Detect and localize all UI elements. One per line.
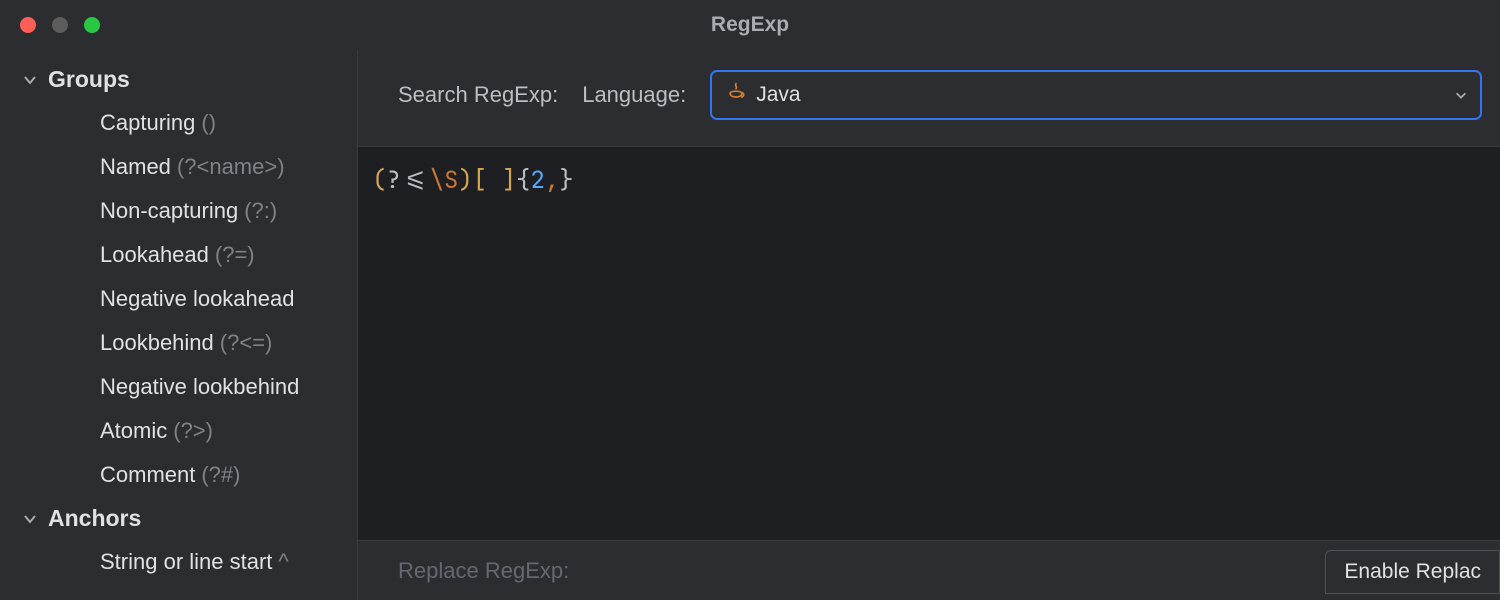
chevron-down-icon (22, 511, 38, 527)
regex-token: ?<= (386, 165, 429, 196)
replace-toolbar: Replace RegExp: Enable Replac (358, 540, 1500, 600)
chevron-down-icon (22, 72, 38, 88)
regexp-editor[interactable]: (?<=\S)[ ]{2,} (358, 147, 1500, 540)
search-regexp-label: Search RegExp: (398, 82, 558, 108)
regex-token: 2 (530, 165, 544, 196)
regex-token: , (545, 165, 559, 196)
sidebar-section-title: Groups (48, 66, 130, 93)
enable-replace-button[interactable]: Enable Replac (1325, 550, 1500, 594)
groups-items: Capturing() Named(?<name>) Non-capturing… (0, 101, 357, 497)
sidebar-item-capturing[interactable]: Capturing() (0, 101, 357, 145)
regex-token: } (559, 165, 573, 196)
chevron-down-icon (1454, 88, 1468, 102)
sidebar-item-named[interactable]: Named(?<name>) (0, 145, 357, 189)
search-toolbar: Search RegExp: Language: Java (358, 50, 1500, 147)
regex-token: [ (473, 165, 487, 196)
main-split: Groups Capturing() Named(?<name>) Non-ca… (0, 50, 1500, 600)
replace-regexp-label: Replace RegExp: (398, 558, 569, 584)
window-title: RegExp (0, 13, 1500, 37)
sidebar-item-negative-lookbehind[interactable]: Negative lookbehind (0, 365, 357, 409)
zoom-window-button[interactable] (84, 17, 100, 33)
language-dropdown-value: Java (756, 83, 1444, 107)
sidebar-item-string-or-line-start[interactable]: String or line start^ (0, 540, 357, 584)
sidebar-section-anchors[interactable]: Anchors (0, 497, 357, 540)
sidebar-item-comment[interactable]: Comment(?#) (0, 453, 357, 497)
regex-token: { (516, 165, 530, 196)
traffic-lights (0, 17, 100, 33)
language-label: Language: (582, 82, 686, 108)
close-window-button[interactable] (20, 17, 36, 33)
content-panel: Search RegExp: Language: Java (?<=\S)[ ]… (358, 50, 1500, 600)
sidebar: Groups Capturing() Named(?<name>) Non-ca… (0, 50, 358, 600)
minimize-window-button[interactable] (52, 17, 68, 33)
regex-token: ] (502, 165, 516, 196)
regex-token (487, 165, 501, 196)
sidebar-section-title: Anchors (48, 505, 141, 532)
language-dropdown[interactable]: Java (710, 70, 1482, 120)
regex-token: \S (430, 165, 459, 196)
anchors-items: String or line start^ (0, 540, 357, 584)
sidebar-section-groups[interactable]: Groups (0, 58, 357, 101)
regex-token: ( (372, 165, 386, 196)
sidebar-item-negative-lookahead[interactable]: Negative lookahead (0, 277, 357, 321)
sidebar-item-atomic[interactable]: Atomic(?>) (0, 409, 357, 453)
java-icon (726, 82, 746, 108)
sidebar-item-non-capturing[interactable]: Non-capturing(?:) (0, 189, 357, 233)
titlebar: RegExp (0, 0, 1500, 50)
sidebar-item-lookbehind[interactable]: Lookbehind(?<=) (0, 321, 357, 365)
regex-token: ) (458, 165, 472, 196)
sidebar-item-lookahead[interactable]: Lookahead(?=) (0, 233, 357, 277)
